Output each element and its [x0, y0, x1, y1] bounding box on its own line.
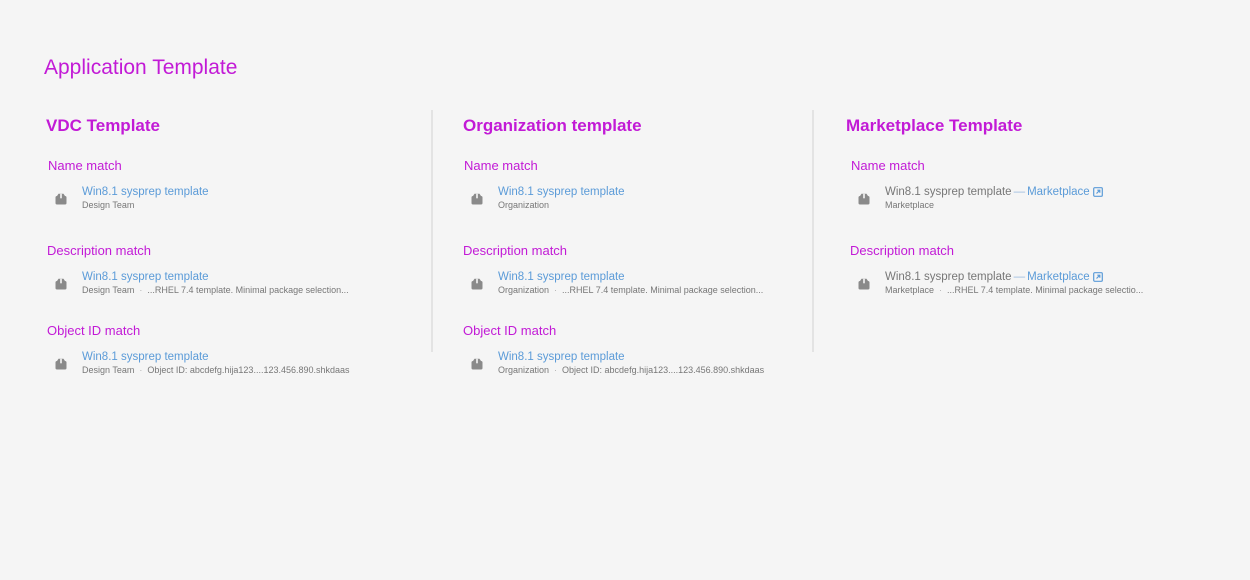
- group-heading-description-match: Description match: [850, 243, 955, 258]
- column-divider: [431, 110, 433, 352]
- organization-template-column: Organization template Name match Win8.1 …: [463, 114, 764, 375]
- result-item: Win8.1 sysprep template Organization · Obj…: [471, 350, 811, 380]
- source-label: Design Team: [82, 365, 135, 375]
- separator-dot: ·: [939, 285, 943, 295]
- template-link[interactable]: Win8.1 sysprep template: [82, 186, 209, 198]
- external-link-icon[interactable]: [1092, 272, 1103, 282]
- page-title: Application Template: [44, 56, 238, 79]
- group-heading-name-match: Name match: [851, 158, 925, 173]
- source-label: Marketplace: [885, 285, 935, 295]
- column-divider: [812, 110, 814, 352]
- source-label: Design Team: [82, 285, 135, 295]
- result-item: Win8.1 sysprep template Organization: [471, 185, 811, 215]
- separator-dot: ·: [554, 285, 558, 295]
- package-icon[interactable]: [858, 278, 870, 290]
- dash-separator: —: [1013, 271, 1026, 283]
- match-detail: ...RHEL 7.4 template. Minimal package se…: [562, 285, 764, 295]
- package-icon[interactable]: [55, 358, 67, 370]
- group-heading-object-id-match: Object ID match: [463, 323, 557, 338]
- column-title: Organization template: [463, 116, 642, 135]
- source-label: Design Team: [82, 200, 135, 210]
- marketplace-link[interactable]: Marketplace: [1027, 271, 1090, 283]
- group-heading-name-match: Name match: [48, 158, 122, 173]
- group-heading-description-match: Description match: [463, 243, 568, 258]
- source-label: Organization: [498, 285, 550, 295]
- package-icon[interactable]: [471, 193, 483, 205]
- marketplace-link[interactable]: Marketplace: [1027, 186, 1090, 198]
- source-label: Organization: [498, 365, 550, 375]
- separator-dot: ·: [139, 365, 143, 375]
- external-link-icon[interactable]: [1092, 187, 1103, 197]
- template-name: Win8.1 sysprep template: [885, 271, 1012, 283]
- match-detail: Object ID: abcdefg.hija123....123.456.89…: [147, 365, 350, 375]
- package-icon[interactable]: [55, 278, 67, 290]
- column-title: VDC Template: [46, 116, 160, 135]
- column-title: Marketplace Template: [846, 116, 1023, 135]
- match-detail: ...RHEL 7.4 template. Minimal package se…: [947, 285, 1144, 295]
- match-detail: ...RHEL 7.4 template. Minimal package se…: [147, 285, 349, 295]
- template-link[interactable]: Win8.1 sysprep template: [498, 186, 625, 198]
- package-icon[interactable]: [471, 278, 483, 290]
- match-detail: Object ID: abcdefg.hija123....123.456.89…: [562, 365, 765, 375]
- vdc-template-column: VDC Template Name match Win8.1 sysprep t…: [46, 114, 350, 375]
- template-name: Win8.1 sysprep template: [885, 186, 1012, 198]
- result-item: Win8.1 sysprep template Design Team: [55, 185, 395, 215]
- template-link[interactable]: Win8.1 sysprep template: [82, 271, 209, 283]
- template-link[interactable]: Win8.1 sysprep template: [498, 271, 625, 283]
- source-label: Marketplace: [885, 200, 935, 210]
- result-item: Win8.1 sysprep template Design Team · ...R…: [55, 270, 395, 300]
- result-item: Win8.1 sysprep template Organization ·...…: [471, 270, 811, 300]
- source-label: Organization: [498, 200, 550, 210]
- template-link[interactable]: Win8.1 sysprep template: [498, 351, 625, 363]
- marketplace-template-column: Marketplace Template Name match Win8.1 s…: [846, 114, 1143, 295]
- group-heading-object-id-match: Object ID match: [47, 323, 141, 338]
- group-heading-name-match: Name match: [464, 158, 538, 173]
- template-link[interactable]: Win8.1 sysprep template: [82, 351, 209, 363]
- result-item: Win8.1 sysprep template Design Team · Obje…: [55, 350, 395, 380]
- group-heading-description-match: Description match: [47, 243, 152, 258]
- package-icon[interactable]: [471, 358, 483, 370]
- separator-dot: ·: [139, 285, 143, 295]
- package-icon[interactable]: [858, 193, 870, 205]
- separator-dot: ·: [554, 365, 558, 375]
- package-icon[interactable]: [55, 193, 67, 205]
- dash-separator: —: [1013, 186, 1026, 198]
- result-item: Win8.1 sysprep template — Marketplace Mark…: [858, 185, 1198, 215]
- result-item: Win8.1 sysprep template — Marketplace Mark…: [858, 270, 1198, 300]
